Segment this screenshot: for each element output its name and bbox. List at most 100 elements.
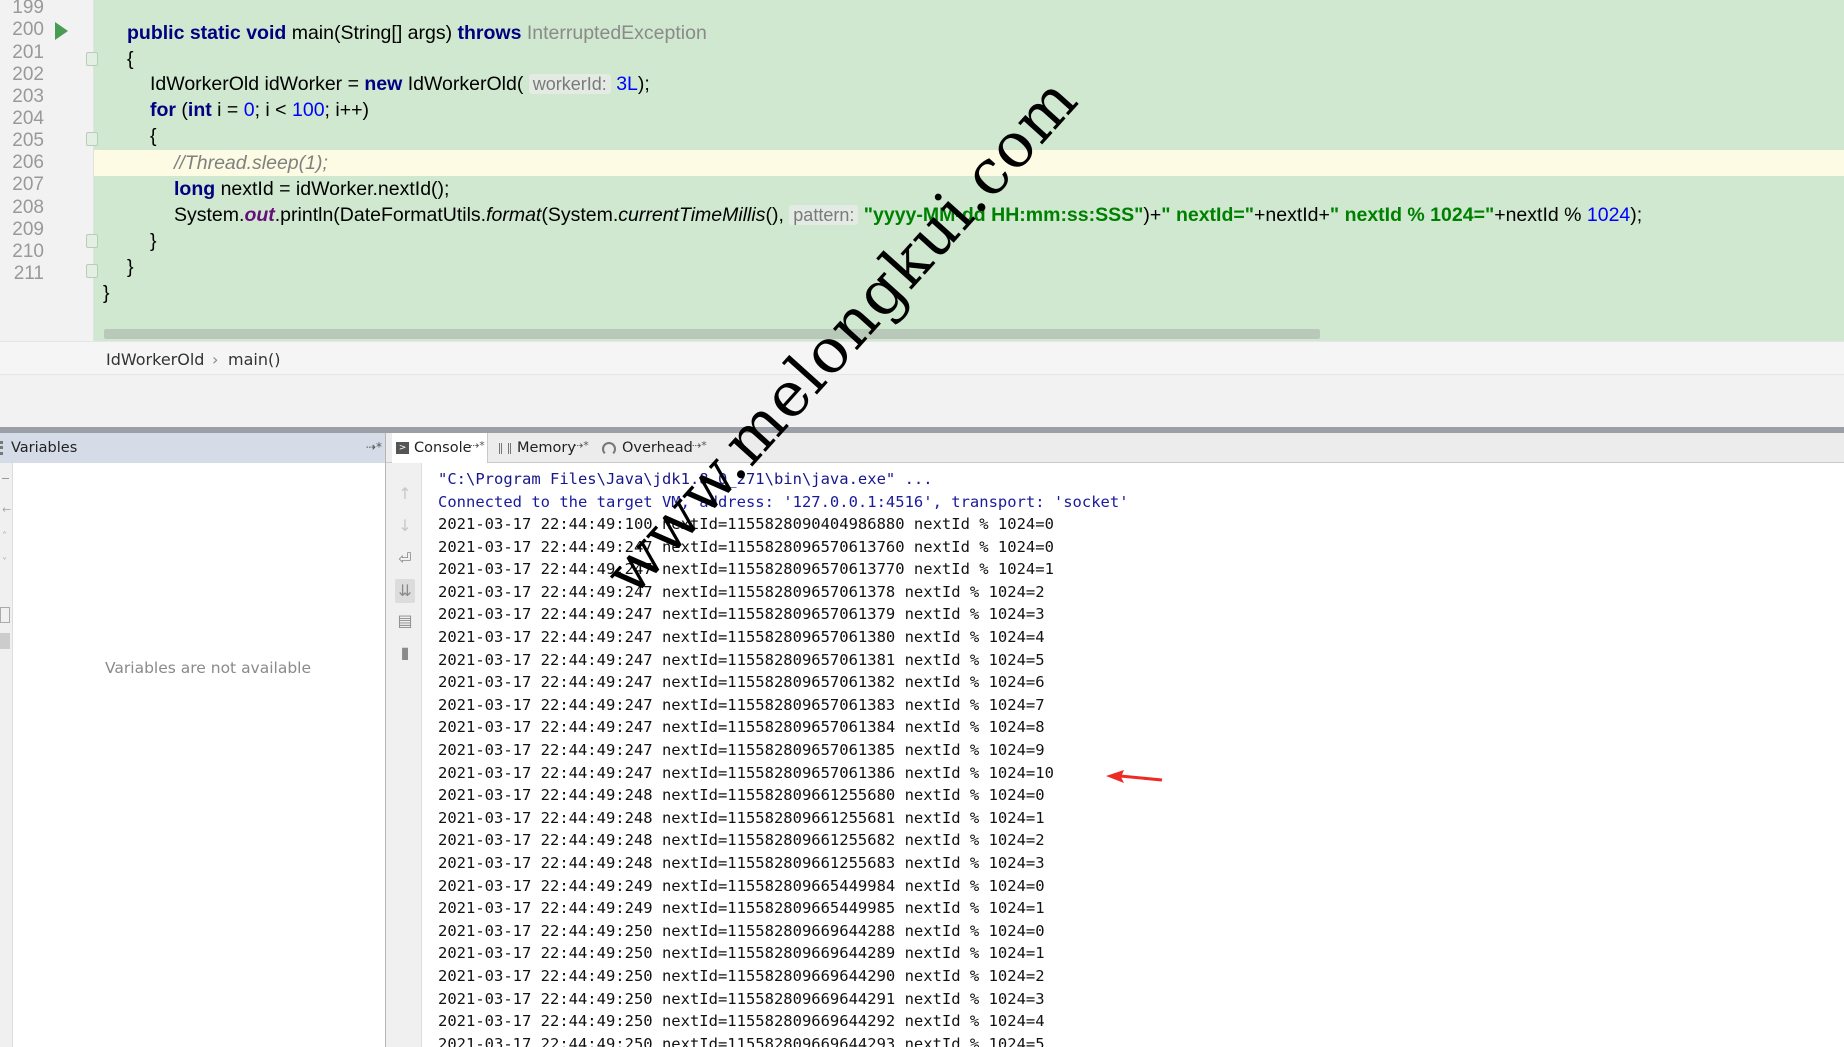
- code-token: )+: [1143, 204, 1162, 226]
- console-header-line: Connected to the target VM, address: '12…: [438, 492, 1129, 511]
- code-token: 0: [243, 99, 255, 121]
- code-line-210: }: [103, 282, 110, 304]
- console-line: 2021-03-17 22:44:49:250 nextId=115582809…: [438, 967, 1045, 985]
- line-number: 200: [12, 19, 44, 40]
- variables-toolbar: ← ˄ ˅: [0, 463, 13, 1047]
- code-token: for: [150, 99, 182, 121]
- code-token: nextId = idWorker.nextId();: [220, 178, 450, 200]
- fold-marker-icon[interactable]: [86, 234, 98, 248]
- code-token: (),: [765, 204, 790, 226]
- console-line: 2021-03-17 22:44:49:247 nextId=115582809…: [438, 537, 1054, 556]
- tab-label: Memory: [517, 440, 576, 456]
- line-number: 199: [12, 0, 44, 18]
- code-token: 1024: [1586, 204, 1631, 226]
- console-line: 2021-03-17 22:44:49:247 nextId=115582809…: [438, 673, 1045, 692]
- code-token: i =: [217, 99, 244, 121]
- code-line-200: public static void main(String[] args) t…: [127, 21, 707, 45]
- code-token: 100: [292, 99, 325, 121]
- code-token: out: [244, 204, 275, 226]
- line-number: 201: [12, 42, 44, 63]
- settings-icon[interactable]: [0, 633, 10, 649]
- tab-console[interactable]: > Console ⇢*: [392, 433, 488, 463]
- console-line: 2021-03-17 22:44:49:247 nextId=115582809…: [438, 763, 1054, 782]
- breadcrumb-separator: ›: [212, 350, 219, 369]
- console-line: 2021-03-17 22:44:49:249 nextId=115582809…: [438, 899, 1045, 918]
- gauge-icon: [602, 442, 616, 456]
- console-line: 2021-03-17 22:44:49:250 nextId=115582809…: [438, 944, 1045, 963]
- code-token: );: [637, 73, 650, 95]
- console-line: 2021-03-17 22:44:49:250 nextId=115582809…: [438, 1034, 1045, 1047]
- down-arrow-icon[interactable]: ↓: [395, 516, 415, 536]
- console-line: 2021-03-17 22:44:49:248 nextId=115582809…: [438, 854, 1045, 872]
- tab-pin-icon[interactable]: ⇢*: [574, 439, 589, 452]
- run-gutter-icon[interactable]: [55, 22, 68, 40]
- up-arrow-icon[interactable]: ↑: [395, 484, 415, 504]
- code-line-209: }: [127, 256, 134, 278]
- console-line: 2021-03-17 22:44:49:248 nextId=115582809…: [438, 786, 1045, 805]
- fold-marker-icon[interactable]: [86, 132, 98, 146]
- fold-marker-icon[interactable]: [86, 52, 98, 66]
- trash-icon[interactable]: ▮: [395, 643, 415, 663]
- chevron-up-icon[interactable]: ˄: [2, 531, 7, 542]
- variables-title: Variables: [11, 440, 78, 456]
- variables-empty-text: Variables are not available: [105, 659, 312, 677]
- code-token: " nextId=": [1161, 204, 1255, 226]
- memory-icon: [499, 443, 511, 454]
- parameter-hint: pattern:: [789, 205, 859, 225]
- code-token: long: [174, 178, 221, 200]
- code-token: format: [486, 204, 542, 226]
- print-icon[interactable]: ▤: [395, 611, 415, 631]
- line-number: 210: [12, 241, 44, 262]
- minus-icon[interactable]: [2, 478, 9, 479]
- scroll-to-end-icon[interactable]: ⇊: [395, 579, 415, 603]
- tab-memory[interactable]: Memory ⇢*: [494, 433, 590, 463]
- code-token: );: [1630, 204, 1643, 226]
- code-token: new: [364, 73, 408, 95]
- tab-label: Overhead: [622, 440, 693, 456]
- code-token: IdWorkerOld idWorker =: [150, 73, 365, 95]
- line-number: 203: [12, 86, 44, 107]
- code-token: +nextId %: [1494, 204, 1587, 226]
- fold-marker-icon[interactable]: [86, 264, 98, 278]
- code-line-202: IdWorkerOld idWorker = new IdWorkerOld( …: [150, 72, 650, 96]
- copy-icon[interactable]: [0, 607, 10, 623]
- code-token: currentTimeMillis: [618, 204, 766, 226]
- console-line: 2021-03-17 22:44:49:249 nextId=115582809…: [438, 876, 1045, 895]
- tab-pin-icon[interactable]: ⇢*: [470, 439, 485, 452]
- soft-wrap-icon[interactable]: ⏎: [395, 549, 415, 569]
- code-line-201: {: [127, 48, 134, 70]
- line-number: 208: [12, 197, 44, 218]
- variables-header: Variables ⇢*: [0, 433, 386, 463]
- code-token: public static void: [127, 22, 292, 44]
- arrow-left-icon[interactable]: ←: [2, 503, 11, 516]
- code-token: InterruptedException: [526, 22, 707, 44]
- console-line: 2021-03-17 22:44:49:247 nextId=115582809…: [438, 560, 1054, 579]
- console-line: 2021-03-17 22:44:49:247 nextId=115582809…: [438, 718, 1045, 737]
- parameter-hint: workerId:: [528, 74, 611, 94]
- code-token: throws: [457, 22, 527, 44]
- code-token: ; i++): [324, 99, 369, 121]
- code-token: main(String[] args): [291, 22, 458, 44]
- line-number: 202: [12, 64, 44, 85]
- console-line: 2021-03-17 22:44:49:250 nextId=115582809…: [438, 921, 1045, 940]
- console-line: 2021-03-17 22:44:49:247 nextId=115582809…: [438, 650, 1045, 669]
- line-number: 211: [13, 263, 44, 284]
- breadcrumb-method[interactable]: main(): [228, 350, 280, 369]
- console-line: 2021-03-17 22:44:49:247 nextId=115582809…: [438, 695, 1045, 714]
- code-token: IdWorkerOld(: [407, 73, 529, 95]
- drag-handle-icon[interactable]: [0, 441, 4, 455]
- line-number: 209: [12, 219, 44, 240]
- code-token: .println(DateFormatUtils.: [274, 204, 487, 226]
- console-line: 2021-03-17 22:44:49:247 nextId=115582809…: [438, 741, 1045, 759]
- red-arrow-annotation-icon: [1106, 770, 1163, 783]
- console-line: 2021-03-17 22:44:49:248 nextId=115582809…: [438, 808, 1045, 827]
- horizontal-scrollbar[interactable]: [104, 329, 1320, 339]
- pin-icon[interactable]: ⇢*: [366, 440, 382, 454]
- console-toolbar: ↑ ↓ ⏎ ⇊ ▤ ▮: [386, 463, 422, 1047]
- code-token: +nextId+: [1254, 204, 1330, 226]
- console-line: 2021-03-17 22:44:49:250 nextId=115582809…: [438, 989, 1045, 1008]
- line-number: 206: [12, 152, 44, 173]
- code-line-204: {: [150, 125, 157, 147]
- chevron-down-icon[interactable]: ˅: [2, 557, 7, 568]
- breadcrumb-class[interactable]: IdWorkerOld: [106, 350, 204, 369]
